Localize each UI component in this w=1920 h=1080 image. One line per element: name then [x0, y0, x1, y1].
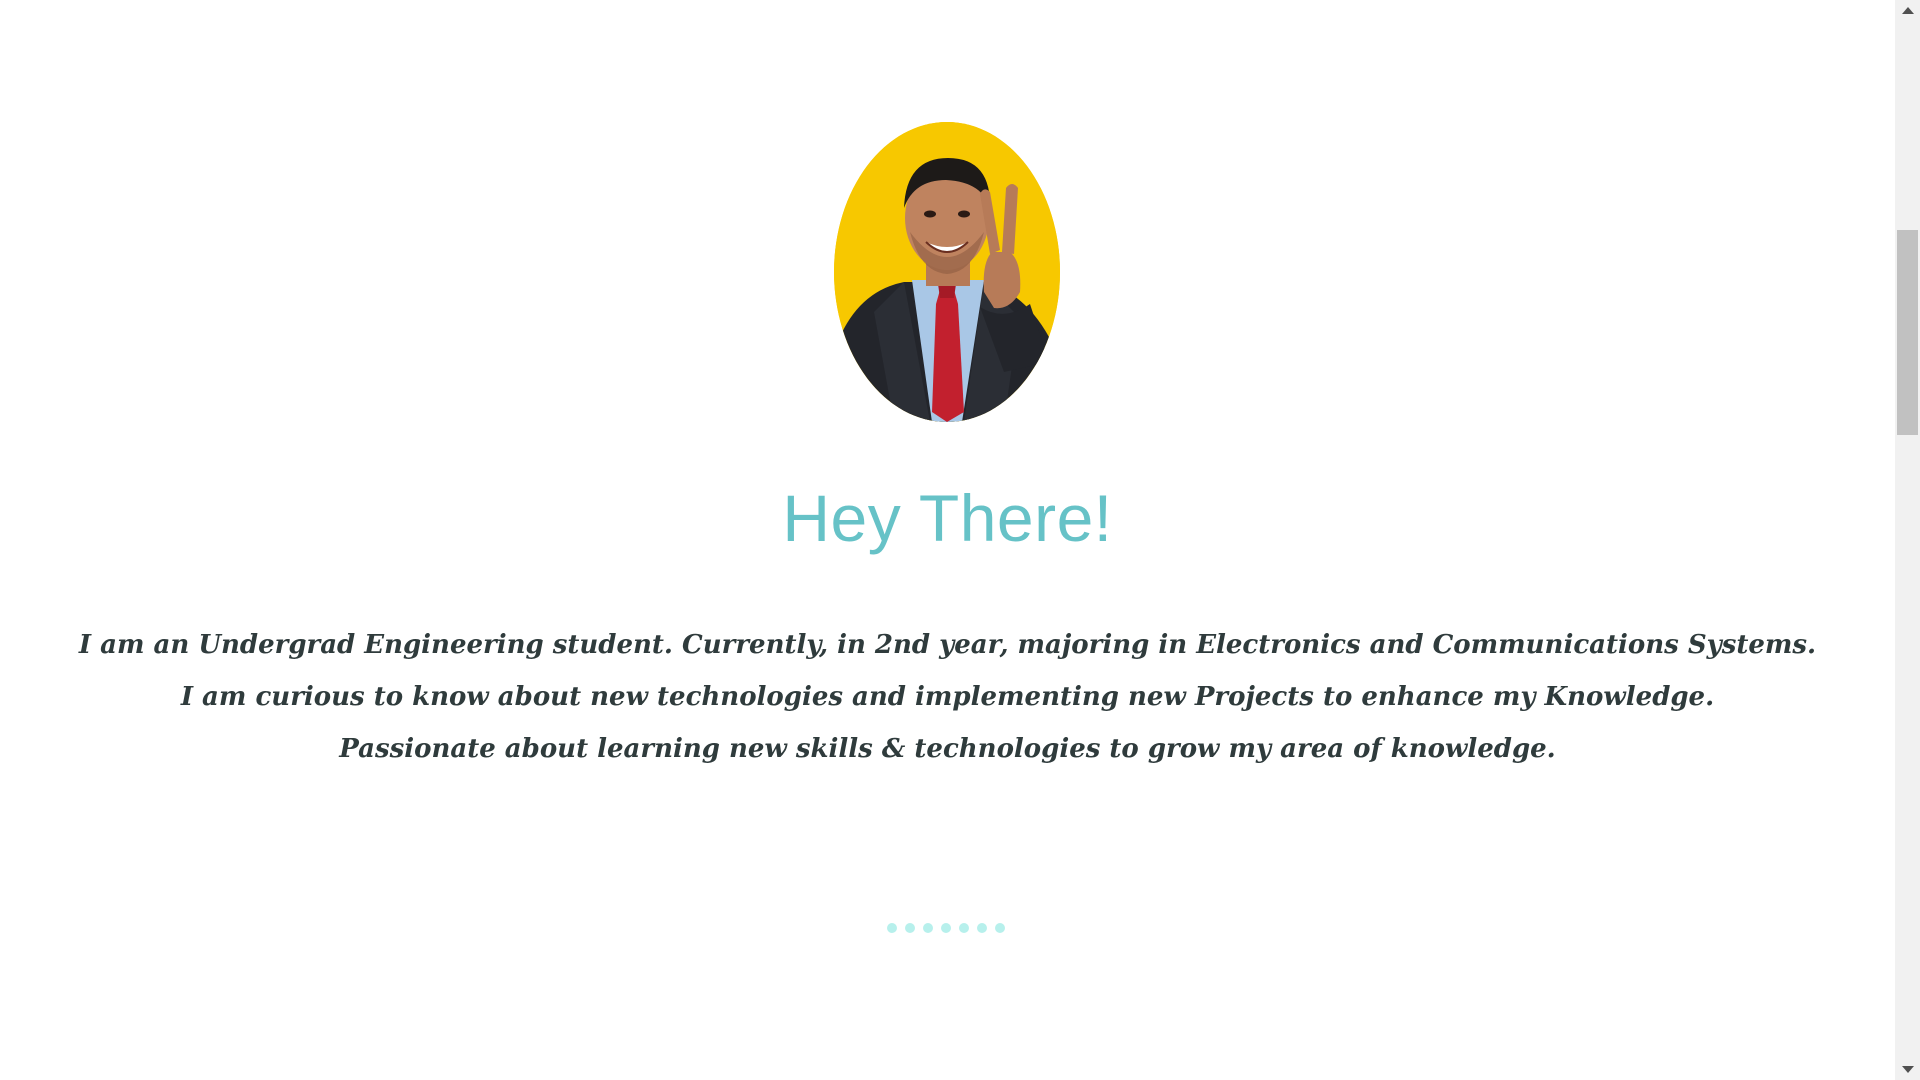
arrow-down-icon[interactable]: [1902, 1066, 1914, 1073]
loading-dot: [995, 923, 1005, 933]
page: Hey There! I am an Undergrad Engineering…: [0, 0, 1920, 1080]
loading-dot: [887, 923, 897, 933]
avatar: [834, 122, 1060, 422]
intro-text: I am an Undergrad Engineering student. C…: [0, 619, 1895, 775]
loading-dots: [887, 923, 1005, 935]
avatar-container: [834, 122, 1060, 422]
vertical-scrollbar[interactable]: [1895, 0, 1920, 1080]
avatar-photo: [834, 122, 1060, 422]
loading-dot: [941, 923, 951, 933]
scrollbar-thumb[interactable]: [1897, 230, 1918, 435]
loading-dot: [977, 923, 987, 933]
arrow-up-icon[interactable]: [1902, 7, 1914, 14]
loading-dot: [923, 923, 933, 933]
intro-line-2: I am curious to know about new technolog…: [180, 682, 1715, 712]
loading-dot: [905, 923, 915, 933]
main-content: Hey There! I am an Undergrad Engineering…: [0, 0, 1895, 1080]
intro-heading: Hey There!: [782, 481, 1113, 555]
intro-line-1: I am an Undergrad Engineering student. C…: [78, 630, 1817, 660]
loading-dot: [959, 923, 969, 933]
intro-line-3: Passionate about learning new skills & t…: [339, 734, 1556, 764]
